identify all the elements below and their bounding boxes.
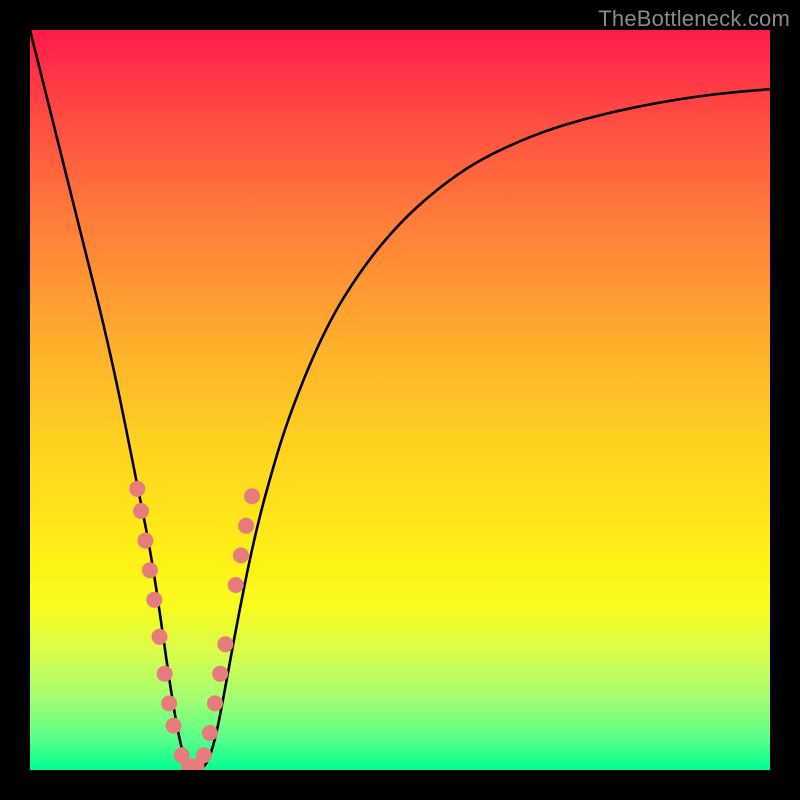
data-marker [161,695,177,711]
data-marker [202,725,218,741]
data-marker [142,562,158,578]
data-marker [152,629,168,645]
data-marker [166,718,182,734]
bottleneck-chart-svg [30,30,770,770]
data-marker [196,747,212,763]
data-marker [129,481,145,497]
chart-plot-area [30,30,770,770]
data-marker [233,547,249,563]
data-marker [157,666,173,682]
data-marker [238,518,254,534]
data-marker [228,577,244,593]
watermark-text: TheBottleneck.com [598,6,790,32]
data-marker [217,636,233,652]
data-markers [129,481,260,770]
data-marker [244,488,260,504]
data-marker [207,695,223,711]
data-marker [133,503,149,519]
bottleneck-curve [30,30,770,770]
data-marker [137,533,153,549]
data-marker [212,666,228,682]
data-marker [146,592,162,608]
